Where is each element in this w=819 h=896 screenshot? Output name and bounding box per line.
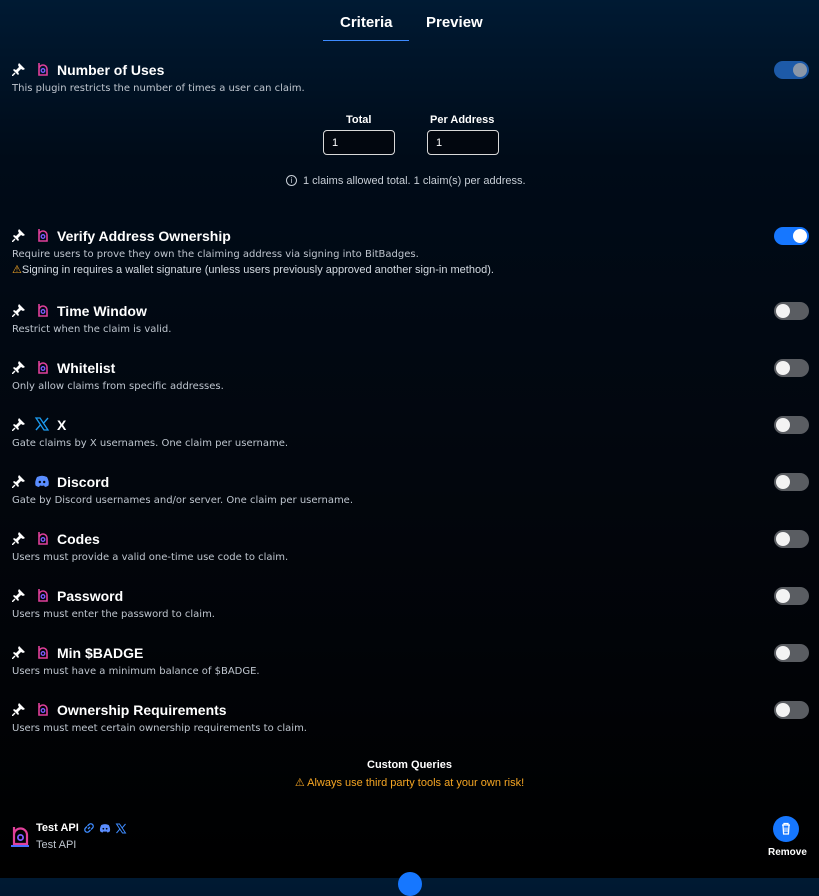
pin-icon[interactable] <box>12 304 25 317</box>
plugin-title: X <box>57 417 67 433</box>
pin-icon[interactable] <box>12 418 25 431</box>
bitbadges-logo-icon <box>11 827 29 847</box>
plugin-toggle[interactable] <box>774 227 809 245</box>
bitbadges-icon <box>38 63 48 76</box>
plugin-time-window: Time Window Restrict when the claim is v… <box>12 302 809 335</box>
bitbadges-icon <box>38 646 48 659</box>
warning-icon: ⚠ <box>294 777 308 789</box>
trash-icon <box>782 822 790 835</box>
api-subtitle: Test API <box>36 839 77 851</box>
plugin-whitelist: Whitelist Only allow claims from specifi… <box>12 359 809 392</box>
link-icon <box>84 823 94 833</box>
plugin-min-badge: Min $BADGE Users must have a minimum bal… <box>12 644 809 677</box>
plugin-description: Restrict when the claim is valid. <box>12 324 172 335</box>
pin-icon[interactable] <box>12 63 25 76</box>
pin-icon[interactable] <box>12 589 25 602</box>
discord-icon <box>35 475 49 487</box>
plugin-title: Codes <box>57 531 100 547</box>
bitbadges-icon <box>38 532 48 545</box>
bitbadges-icon <box>38 703 48 716</box>
pin-icon[interactable] <box>12 703 25 716</box>
custom-queries-title: Custom Queries <box>367 759 452 771</box>
plugin-title: Number of Uses <box>57 62 165 78</box>
info-icon: i <box>286 174 297 186</box>
plugin-toggle[interactable] <box>774 359 809 377</box>
plugin-number-of-uses: Number of Uses This plugin restricts the… <box>12 61 809 94</box>
plugin-toggle[interactable] <box>774 587 809 605</box>
api-title: Test API <box>36 822 79 834</box>
pin-icon[interactable] <box>12 646 25 659</box>
custom-queries-warning-text: Always use third party tools at your own… <box>307 777 525 789</box>
plugin-title: Ownership Requirements <box>57 702 227 718</box>
pin-icon[interactable] <box>12 229 25 242</box>
pin-icon[interactable] <box>12 532 25 545</box>
per-address-label: Per Address <box>430 114 495 126</box>
plugin-warning: ⚠Signing in requires a wallet signature … <box>12 263 809 276</box>
plugin-toggle[interactable] <box>774 61 809 79</box>
plugin-description: Gate claims by X usernames. One claim pe… <box>12 438 289 449</box>
plugin-description: Users must have a minimum balance of $BA… <box>12 666 260 677</box>
plugin-title: Verify Address Ownership <box>57 228 231 244</box>
plugin-toggle[interactable] <box>774 302 809 320</box>
plugin-title: Min $BADGE <box>57 645 144 661</box>
plugin-codes: Codes Users must provide a valid one-tim… <box>12 530 809 563</box>
warning-icon: ⚠ <box>12 264 22 276</box>
plugin-toggle[interactable] <box>774 530 809 548</box>
plugin-description: Require users to prove they own the clai… <box>12 249 419 260</box>
x-logo-icon <box>34 417 50 431</box>
plugin-verify-address-ownership: Verify Address Ownership Require users t… <box>12 227 809 276</box>
pin-icon[interactable] <box>12 475 25 488</box>
plugin-title: Time Window <box>57 303 147 319</box>
total-label: Total <box>346 114 372 126</box>
x-logo-icon <box>115 823 127 834</box>
bitbadges-icon <box>38 229 48 242</box>
total-uses-input[interactable] <box>323 130 395 155</box>
custom-queries-warning: ⚠ Always use third party tools at your o… <box>0 776 819 789</box>
plugin-description: Only allow claims from specific addresse… <box>12 381 224 392</box>
plugin-title: Password <box>57 588 124 604</box>
plugin-description: Users must meet certain ownership requir… <box>12 723 307 734</box>
tab-preview[interactable]: Preview <box>426 14 483 31</box>
plugin-toggle[interactable] <box>774 701 809 719</box>
uses-info-text: 1 claims allowed total. 1 claim(s) per a… <box>303 175 526 187</box>
uses-info: i 1 claims allowed total. 1 claim(s) per … <box>286 174 526 187</box>
add-button[interactable] <box>398 872 422 896</box>
plugin-title: Whitelist <box>57 360 116 376</box>
tab-criteria[interactable]: Criteria <box>340 14 393 31</box>
active-tab-indicator <box>323 40 409 41</box>
plugin-title: Discord <box>57 474 110 490</box>
plugin-password: Password Users must enter the password t… <box>12 587 809 620</box>
plugin-discord: Discord Gate by Discord usernames and/or… <box>12 473 809 506</box>
per-address-input[interactable] <box>427 130 499 155</box>
remove-button[interactable] <box>773 816 799 842</box>
plugin-toggle[interactable] <box>774 473 809 491</box>
remove-label: Remove <box>768 847 807 858</box>
bitbadges-icon <box>38 589 48 602</box>
plugin-description: This plugin restricts the number of time… <box>12 83 305 94</box>
discord-icon <box>99 824 111 833</box>
plugin-toggle[interactable] <box>774 416 809 434</box>
bitbadges-icon <box>38 304 48 317</box>
bitbadges-icon <box>38 361 48 374</box>
plugin-toggle[interactable] <box>774 644 809 662</box>
tab-bar: Criteria Preview <box>0 0 819 42</box>
plugin-x: X Gate claims by X usernames. One claim … <box>12 416 809 449</box>
plugin-description: Users must enter the password to claim. <box>12 609 215 620</box>
plugin-ownership-requirements: Ownership Requirements Users must meet c… <box>12 701 809 734</box>
plugin-description: Users must provide a valid one-time use … <box>12 552 289 563</box>
plugin-description: Gate by Discord usernames and/or server.… <box>12 495 354 506</box>
plugin-warning-text: Signing in requires a wallet signature (… <box>21 264 494 276</box>
pin-icon[interactable] <box>12 361 25 374</box>
